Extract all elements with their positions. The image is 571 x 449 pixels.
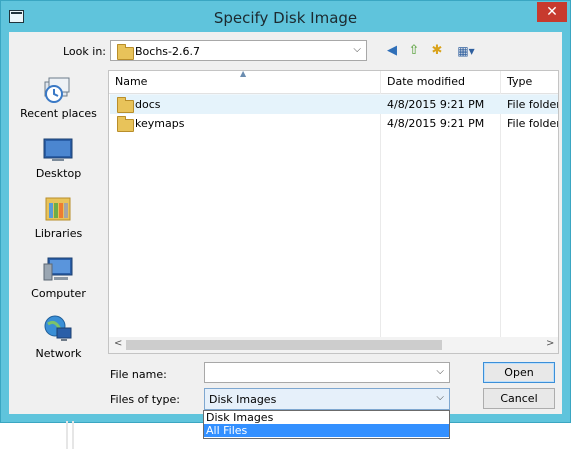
filetype-dropdown-list[interactable]: Disk Images All Files	[203, 410, 450, 439]
place-label: Libraries	[34, 227, 83, 240]
cancel-button[interactable]: Cancel	[483, 388, 555, 409]
background-divider	[72, 421, 74, 449]
file-date: 4/8/2015 9:21 PM	[387, 117, 485, 130]
table-row[interactable]: keymaps 4/8/2015 9:21 PM File folder	[110, 114, 559, 133]
desktop-icon	[43, 138, 73, 161]
file-list[interactable]: ▲ Name Date modified Type docs 4/8/2015 …	[108, 70, 559, 354]
sort-ascending-icon: ▲	[240, 70, 247, 78]
up-folder-icon[interactable]: ⇧	[405, 42, 423, 60]
place-desktop[interactable]: Desktop	[11, 134, 106, 192]
file-name: keymaps	[135, 117, 185, 130]
filetype-label: Files of type:	[110, 393, 181, 406]
window-title: Specify Disk Image	[213, 9, 358, 27]
horizontal-scrollbar[interactable]: < >	[109, 337, 558, 353]
network-icon	[44, 315, 72, 341]
place-label: Computer	[31, 287, 86, 300]
recent-places-icon	[44, 77, 70, 103]
scroll-thumb[interactable]	[126, 340, 442, 350]
file-type: File folder	[507, 117, 559, 130]
place-network[interactable]: Network	[11, 314, 106, 372]
scroll-left-icon[interactable]: <	[114, 338, 122, 349]
places-bar: Recent places Desktop Libraries Computer…	[11, 70, 106, 370]
file-date: 4/8/2015 9:21 PM	[387, 98, 485, 111]
folder-icon	[117, 44, 134, 60]
list-header: ▲ Name Date modified Type	[109, 70, 558, 94]
folder-icon	[117, 116, 134, 132]
lookin-value: Bochs-2.6.7	[135, 45, 200, 58]
chevron-down-icon: ⌵	[353, 44, 361, 55]
column-header-type[interactable]: Type	[507, 75, 532, 88]
filetype-value: Disk Images	[209, 393, 277, 406]
column-header-date[interactable]: Date modified	[387, 75, 465, 88]
background-divider	[66, 421, 68, 449]
scroll-right-icon[interactable]: >	[546, 338, 554, 349]
open-button[interactable]: Open	[483, 362, 555, 383]
dialog-body: Look in: Bochs-2.6.7 ⌵ ◀ ⇧ ✱ ▦▾ Recent p…	[9, 32, 562, 414]
chevron-down-icon[interactable]: ⌵	[436, 366, 444, 377]
folder-icon	[117, 97, 134, 113]
libraries-icon	[45, 197, 71, 221]
file-name: docs	[135, 98, 161, 111]
filename-label: File name:	[110, 368, 167, 381]
dropdown-option[interactable]: Disk Images	[204, 411, 449, 424]
chevron-down-icon: ⌵	[436, 392, 444, 403]
table-row[interactable]: docs 4/8/2015 9:21 PM File folder	[110, 94, 559, 114]
file-type: File folder	[507, 98, 559, 111]
place-libraries[interactable]: Libraries	[11, 194, 106, 252]
filetype-select[interactable]: Disk Images ⌵	[204, 388, 450, 410]
computer-icon	[43, 257, 73, 281]
place-label: Desktop	[35, 167, 82, 180]
dialog-window: Specify Disk Image ✕ Look in: Bochs-2.6.…	[0, 0, 571, 423]
column-header-name[interactable]: Name	[115, 75, 147, 88]
place-label: Recent places	[20, 107, 97, 120]
new-folder-icon[interactable]: ✱	[428, 42, 446, 60]
close-button[interactable]: ✕	[537, 2, 567, 22]
view-menu-icon[interactable]: ▦▾	[453, 42, 479, 60]
back-icon[interactable]: ◀	[383, 42, 401, 60]
lookin-dropdown[interactable]: Bochs-2.6.7 ⌵	[110, 40, 367, 61]
place-recent-places[interactable]: Recent places	[11, 74, 106, 132]
place-label: Network	[35, 347, 82, 360]
place-computer[interactable]: Computer	[11, 254, 106, 312]
filename-input[interactable]: ⌵	[204, 362, 450, 383]
dropdown-option-highlighted[interactable]: All Files	[204, 424, 449, 437]
lookin-label: Look in:	[63, 45, 106, 58]
title-bar[interactable]: Specify Disk Image ✕	[1, 1, 570, 32]
